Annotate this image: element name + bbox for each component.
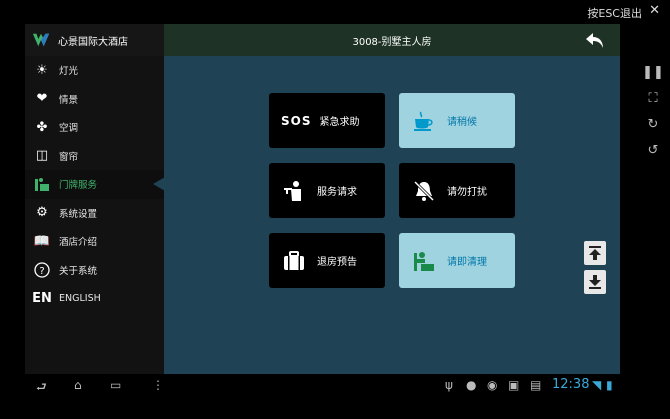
sidebar-item-hotel-intro[interactable]: 📖 酒店介绍 [25,227,164,256]
window-controls: ❚❚ ⛶ ↻ ↺ [640,60,666,164]
checkout-notice-button[interactable]: 退房预告 [269,233,385,288]
pause-icon[interactable]: ❚❚ [640,60,666,86]
sidebar-item-about[interactable]: ? 关于系统 [25,256,164,285]
app-window: 心景国际大酒店 ☀ 灯光 ❤ 情景 ✤ 空调 ◫ 窗帘 门牌服务 ⚙ 系统设置 [25,24,620,374]
brand-header: 心景国际大酒店 [25,24,164,56]
sidebar-item-settings[interactable]: ⚙ 系统设置 [25,199,164,228]
sidebar-item-curtain[interactable]: ◫ 窗帘 [25,142,164,171]
close-icon[interactable]: ✕ [649,3,660,18]
esc-exit-hint[interactable]: 按ESC退出 [587,5,642,21]
tile-label: 紧急求助 [319,117,360,128]
notification-icon: ● [466,378,477,392]
sidebar-item-english[interactable]: EN ENGLISH [25,284,164,313]
service-request-button[interactable]: 服务请求 [269,163,385,218]
rotate-icon[interactable]: ↺ [640,138,666,164]
coffee-icon [411,108,437,134]
please-wait-button[interactable]: 请稍候 [399,93,515,148]
waiter-icon [281,178,307,204]
tile-label: 服务请求 [317,187,357,198]
brand-logo-icon [32,33,50,47]
scroll-bottom-button[interactable] [584,270,606,294]
page-title: 3008-别墅主人房 [352,36,432,48]
sidebar: 心景国际大酒店 ☀ 灯光 ❤ 情景 ✤ 空调 ◫ 窗帘 门牌服务 ⚙ 系统设置 [25,24,165,374]
back-icon[interactable]: ⮐ [36,378,47,399]
wifi-icon: ◥ [592,378,602,392]
sidebar-item-label: 关于系统 [59,265,98,277]
luggage-icon [281,248,307,274]
sidebar-item-scene[interactable]: ❤ 情景 [25,85,164,114]
mute-bell-icon [411,178,437,204]
gear-icon: ⚙ [36,205,48,221]
sidebar-item-label: 酒店介绍 [59,237,98,249]
tile-label: 请稍候 [447,117,477,128]
curtain-icon: ◫ [35,148,49,164]
fullscreen-icon[interactable]: ⛶ [640,86,666,112]
sidebar-item-label: 情景 [59,94,79,106]
svg-text:?: ? [39,266,44,277]
scroll-top-icon [589,246,601,260]
main-panel: 3008-别墅主人房 SOS 紧急求助 请稍候 服务请求 请勿打扰 退房预告 请… [164,24,620,374]
sidebar-item-label: 空调 [59,123,79,135]
status-clock: 12:38 [552,377,590,392]
download-icon: ▣ [508,378,520,392]
menu-icon[interactable]: ⋮ [152,378,164,392]
sidebar-item-label: 窗帘 [59,151,79,163]
light-icon: ☀ [36,62,48,78]
cleaning-icon [411,248,437,274]
sidebar-item-light[interactable]: ☀ 灯光 [25,56,164,85]
question-icon: ? [33,261,51,279]
scroll-bottom-icon [589,275,601,289]
sidebar-item-label: 门牌服务 [59,180,98,192]
sync-icon: ◉ [487,378,498,392]
top-status-bar: 按ESC退出 ✕ [0,0,670,24]
tile-label: 请即清理 [447,257,487,268]
usb-icon: ψ [445,378,453,392]
sidebar-item-aircon[interactable]: ✤ 空调 [25,113,164,142]
brand-title: 心景国际大酒店 [58,36,128,48]
battery-icon: ▮ [606,378,613,392]
sidebar-item-label: 系统设置 [59,208,98,220]
back-arrow-icon[interactable] [584,29,606,51]
sidebar-item-label: ENGLISH [59,292,101,304]
please-clean-button[interactable]: 请即清理 [399,233,515,288]
scroll-top-button[interactable] [584,241,606,265]
sos-label: SOS [281,113,312,128]
book-icon: 📖 [33,233,51,249]
sidebar-item-doorplate-service[interactable]: 门牌服务 [25,170,165,199]
tile-label: 退房预告 [317,257,357,268]
recent-apps-icon[interactable]: ▭ [110,378,121,392]
sidebar-item-label: 灯光 [59,66,79,78]
android-nav-bar: ⮐ ⌂ ▭ ⋮ ψ ● ◉ ▣ ▤ 12:38 ◥ ▮ [0,374,670,398]
app-icon: ▤ [530,378,542,392]
doorplate-service-icon [33,175,51,193]
tile-label: 请勿打扰 [447,187,487,198]
main-header: 3008-别墅主人房 [164,24,620,56]
home-icon[interactable]: ⌂ [74,378,82,392]
en-icon: EN [32,290,52,306]
scene-icon: ❤ [36,91,48,107]
sos-button[interactable]: SOS 紧急求助 [269,93,385,148]
do-not-disturb-button[interactable]: 请勿打扰 [399,163,515,218]
refresh-icon[interactable]: ↻ [640,112,666,138]
fan-icon: ✤ [36,119,48,135]
